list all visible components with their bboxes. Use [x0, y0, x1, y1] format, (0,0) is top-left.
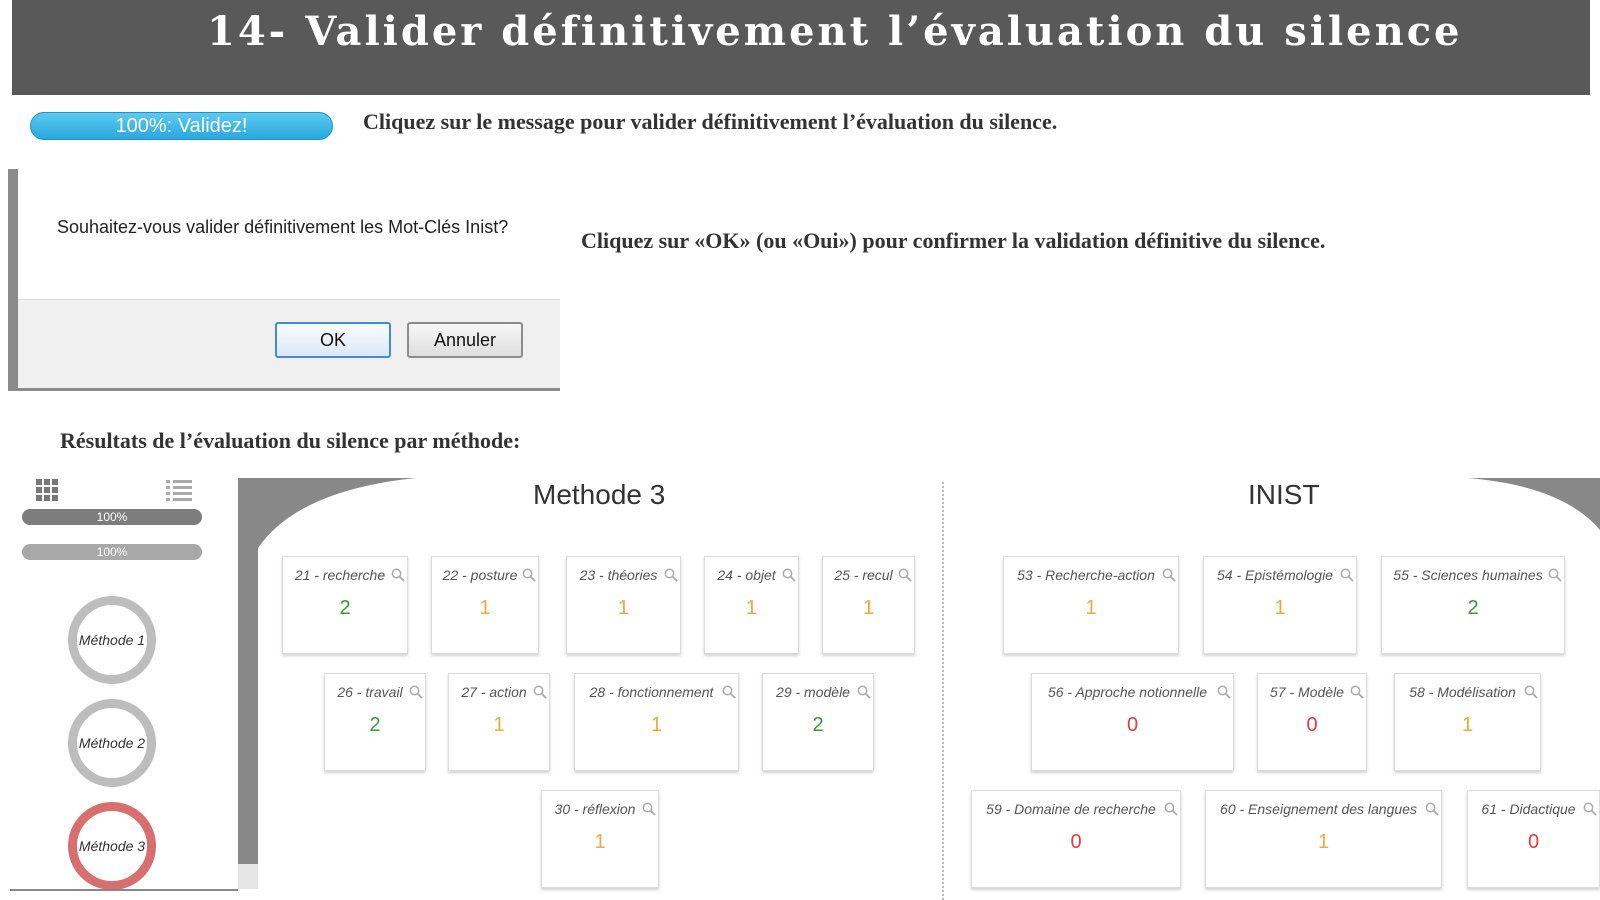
search-icon[interactable] — [1524, 685, 1538, 699]
search-icon[interactable] — [664, 568, 678, 582]
panel-left-edge-tail — [238, 864, 258, 889]
keyword-count: 1 — [745, 597, 758, 619]
section-title-inist: INIST — [1248, 479, 1320, 510]
keyword-card[interactable]: 59 - Domaine de recherche 0 — [971, 790, 1181, 888]
keyword-card[interactable]: 61 - Didactique 0 — [1467, 790, 1600, 888]
search-icon[interactable] — [1583, 802, 1597, 816]
keyword-label: 60 - Enseignement des langues — [1220, 801, 1417, 817]
keyword-count: 1 — [1274, 597, 1286, 619]
progress-bar-1: 100% — [22, 509, 202, 525]
keyword-card[interactable]: 53 - Recherche-action 1 — [1003, 556, 1179, 654]
keyword-label: 28 - fonctionnement — [589, 684, 714, 700]
keyword-count: 1 — [493, 714, 505, 736]
method-1-button[interactable]: Méthode 1 — [68, 596, 156, 684]
keyword-card[interactable]: 27 - action 1 — [448, 673, 550, 771]
keyword-count: 0 — [1126, 714, 1139, 736]
grid-view-icon[interactable] — [36, 479, 58, 501]
results-heading: Résultats de l’évaluation du silence par… — [60, 428, 521, 453]
search-icon[interactable] — [1548, 568, 1562, 582]
panel-corner-left — [238, 478, 416, 548]
search-icon[interactable] — [522, 568, 536, 582]
search-icon[interactable] — [1350, 685, 1364, 699]
keyword-card[interactable]: 57 - Modèle 0 — [1257, 673, 1367, 771]
search-icon[interactable] — [533, 685, 547, 699]
keyword-label: 59 - Domaine de recherche — [986, 801, 1156, 817]
section-divider — [942, 482, 944, 900]
page-title: 14- Valider définitivement l’évaluation … — [207, 8, 1463, 55]
keyword-card[interactable]: 29 - modèle 2 — [762, 673, 874, 771]
keyword-card[interactable]: 25 - recul 1 — [822, 556, 915, 654]
method-2-button[interactable]: Méthode 2 — [68, 699, 156, 787]
keyword-count: 1 — [479, 597, 491, 619]
view-toggle — [36, 479, 198, 503]
keyword-card[interactable]: 56 - Approche notionnelle 0 — [1031, 673, 1234, 771]
ok-button[interactable]: OK — [275, 322, 391, 358]
keyword-label: 21 - recherche — [294, 567, 386, 583]
keyword-count: 1 — [617, 597, 630, 619]
keyword-card[interactable]: 55 - Sciences humaines 2 — [1381, 556, 1565, 654]
cancel-button[interactable]: Annuler — [407, 322, 523, 358]
keyword-label: 30 - réflexion — [554, 801, 636, 817]
dialog-footer: OK Annuler — [18, 299, 560, 388]
search-icon[interactable] — [409, 685, 423, 699]
search-icon[interactable] — [782, 568, 796, 582]
search-icon[interactable] — [898, 568, 912, 582]
keyword-card[interactable]: 26 - travail 2 — [324, 673, 426, 771]
keyword-card[interactable]: 58 - Modélisation 1 — [1394, 673, 1541, 771]
keyword-card[interactable]: 30 - réflexion 1 — [541, 790, 659, 888]
search-icon[interactable] — [1164, 802, 1178, 816]
validate-progress-button[interactable]: 100%: Validez! — [30, 112, 333, 140]
keyword-count: 1 — [862, 597, 875, 619]
keyword-count: 1 — [1317, 831, 1330, 853]
instruction-step1: Cliquez sur le message pour valider défi… — [363, 109, 1058, 134]
keyword-card[interactable]: 22 - posture 1 — [431, 556, 539, 654]
keyword-label: 56 - Approche notionnelle — [1047, 684, 1208, 700]
confirm-dialog: Souhaitez-vous valider définitivement le… — [8, 169, 560, 391]
search-icon[interactable] — [391, 568, 405, 582]
keyword-label: 53 - Recherche-action — [1017, 567, 1155, 583]
search-icon[interactable] — [642, 802, 656, 816]
method-3-button[interactable]: Méthode 3 — [68, 802, 156, 890]
progress-bar-2: 100% — [22, 544, 202, 560]
keyword-card[interactable]: 28 - fonctionnement 1 — [574, 673, 739, 771]
keyword-card[interactable]: 54 - Epistémologie 1 — [1203, 556, 1357, 654]
keyword-card[interactable]: 23 - théories 1 — [566, 556, 681, 654]
search-icon[interactable] — [1340, 568, 1354, 582]
keyword-count: 1 — [1085, 597, 1097, 619]
keyword-count: 1 — [650, 714, 663, 736]
keyword-card[interactable]: 21 - recherche 2 — [282, 556, 408, 654]
keyword-count: 0 — [1306, 714, 1318, 736]
dialog-message: Souhaitez-vous valider définitivement le… — [57, 217, 509, 237]
keyword-count: 1 — [1461, 714, 1474, 736]
keyword-label: 61 - Didactique — [1481, 801, 1576, 817]
keyword-card[interactable]: 60 - Enseignement des langues 1 — [1205, 790, 1442, 888]
keyword-label: 54 - Epistémologie — [1217, 567, 1333, 583]
keyword-count: 2 — [1467, 597, 1479, 619]
instruction-step2: Cliquez sur «OK» (ou «Oui») pour confirm… — [581, 228, 1326, 253]
keyword-count: 0 — [1070, 831, 1082, 853]
search-icon[interactable] — [1162, 568, 1176, 582]
keyword-count: 2 — [369, 714, 381, 736]
keyword-count: 0 — [1527, 831, 1540, 853]
list-view-icon[interactable] — [166, 479, 192, 501]
search-icon[interactable] — [1425, 802, 1439, 816]
header-banner: 14- Valider définitivement l’évaluation … — [12, 0, 1590, 95]
search-icon[interactable] — [857, 685, 871, 699]
keyword-count: 1 — [594, 831, 606, 853]
keyword-label: 58 - Modélisation — [1409, 684, 1516, 700]
keyword-card[interactable]: 24 - objet 1 — [704, 556, 799, 654]
search-icon[interactable] — [722, 685, 736, 699]
panel-corner-right — [1468, 478, 1600, 530]
section-title-methode3: Methode 3 — [533, 479, 666, 510]
keyword-label: 55 - Sciences humaines — [1393, 567, 1543, 583]
sidebar-bottom-divider — [10, 889, 258, 891]
search-icon[interactable] — [1217, 685, 1231, 699]
keyword-count: 2 — [812, 714, 824, 736]
keyword-count: 2 — [339, 597, 351, 619]
